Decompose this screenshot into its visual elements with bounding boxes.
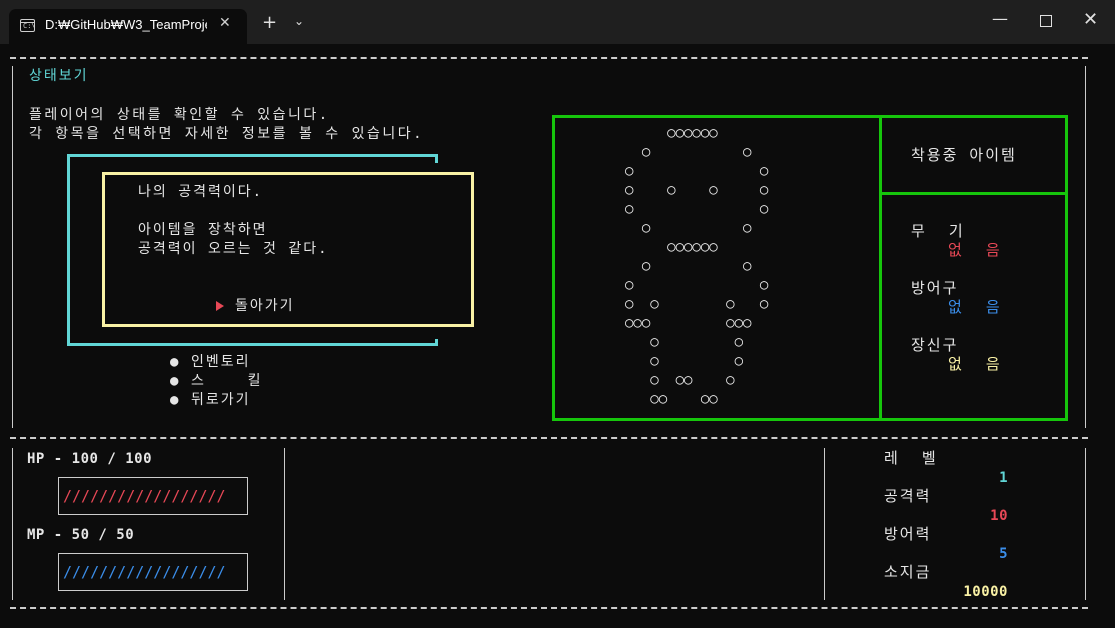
level-value: 1: [999, 470, 1008, 486]
accessory-label: 장신구: [911, 336, 959, 354]
back-button-label: 돌아가기: [235, 298, 295, 314]
bottom-border: [10, 607, 1088, 609]
description-line-1: 플레이어의 상태를 확인할 수 있습니다.: [29, 107, 330, 123]
art-row: ○○○ ○○○: [625, 315, 752, 331]
chevron-down-icon[interactable]: ⌄: [294, 14, 304, 28]
level-label: 레 벨: [884, 449, 938, 467]
attack-value: 10: [990, 508, 1008, 524]
hp-bar-fill: //////////////////: [63, 487, 226, 505]
art-row: ○○○○○○: [625, 239, 718, 255]
art-row: ○○○○○○: [625, 125, 718, 141]
left-border: [12, 66, 13, 428]
gold-label: 소지금: [884, 563, 932, 581]
art-row: ○ ○: [625, 201, 769, 217]
hp-label: HP - 100 / 100: [27, 451, 153, 467]
left-border-lower: [12, 448, 13, 600]
description-line-2: 각 항목을 선택하면 자세한 정보를 볼 수 있습니다.: [29, 126, 425, 142]
art-row: ○ ○: [625, 163, 769, 179]
right-border-lower: [1085, 448, 1086, 600]
hp-bar: //////////////////: [58, 477, 248, 515]
accessory-value: 없 음: [948, 355, 1002, 373]
weapon-value: 없 음: [948, 241, 1002, 259]
popup-line-1: 나의 공격력이다.: [138, 184, 264, 200]
panel-divider-vertical: [879, 118, 882, 418]
right-border: [1085, 66, 1086, 428]
bullet-icon: ●: [170, 373, 179, 389]
art-row: ○ ○: [625, 220, 752, 236]
page-title: 상태보기: [29, 68, 89, 84]
panel-divider-horizontal: [879, 192, 1065, 195]
art-row: ○ ○ ○ ○: [625, 296, 769, 312]
info-popup: 나의 공격력이다. 아이템을 장착하면 공격력이 오르는 것 같다. 돌아가기: [102, 172, 474, 327]
menu-item-label: 뒤로가기: [191, 392, 251, 408]
maximize-button[interactable]: [1040, 15, 1052, 27]
art-row: ○ ○: [625, 334, 744, 350]
equipment-panel: ○○○○○○ ○ ○ ○ ○ ○ ○ ○ ○ ○ ○ ○ ○ ○○○○○○ ○ …: [552, 115, 1068, 421]
close-tab-icon[interactable]: ✕: [219, 15, 231, 31]
attack-label: 공격력: [884, 487, 932, 505]
art-row: ○○ ○○: [625, 391, 718, 407]
back-button[interactable]: 돌아가기: [216, 297, 336, 317]
art-row: ○ ○: [625, 277, 769, 293]
top-border: [10, 57, 1088, 59]
popup-line-2: 아이템을 장착하면: [138, 222, 268, 238]
selector-arrow-icon: [216, 301, 224, 311]
bars-divider: [284, 448, 285, 600]
menu-item-label: 스 킬: [191, 373, 263, 389]
weapon-label: 무 기: [911, 222, 965, 240]
mp-bar-fill: //////////////////: [63, 563, 226, 581]
art-row: ○ ○: [625, 353, 744, 369]
armor-value: 없 음: [948, 298, 1002, 316]
title-bar: C:\ D:₩GitHub₩W3_TeamProject₩ ✕ + ⌄ — ✕: [0, 0, 1115, 44]
middle-border: [10, 437, 1088, 439]
mp-bar: //////////////////: [58, 553, 248, 591]
terminal-icon: C:\: [20, 19, 36, 32]
character-art: ○○○○○○ ○ ○ ○ ○ ○ ○ ○ ○ ○ ○ ○ ○ ○○○○○○ ○ …: [625, 124, 835, 414]
equipped-items-title: 착용중 아이템: [911, 146, 1017, 164]
minimize-button[interactable]: —: [992, 9, 1008, 28]
gold-value: 10000: [963, 584, 1008, 600]
mp-label: MP - 50 / 50: [27, 527, 135, 543]
terminal-tab[interactable]: C:\ D:₩GitHub₩W3_TeamProject₩ ✕: [9, 9, 247, 44]
art-row: ○ ○ ○ ○: [625, 182, 769, 198]
art-row: ○ ○: [625, 258, 752, 274]
bullet-icon: ●: [170, 354, 179, 370]
tab-title: D:₩GitHub₩W3_TeamProject₩: [45, 17, 207, 32]
art-row: ○ ○○ ○: [625, 372, 735, 388]
menu-item-label: 인벤토리: [191, 354, 251, 370]
stats-divider: [824, 448, 825, 600]
new-tab-button[interactable]: +: [262, 12, 277, 33]
defense-value: 5: [999, 546, 1008, 562]
defense-label: 방어력: [884, 525, 932, 543]
armor-label: 방어구: [911, 279, 959, 297]
close-window-button[interactable]: ✕: [1083, 9, 1098, 30]
popup-line-3: 공격력이 오르는 것 같다.: [138, 241, 329, 257]
art-row: ○ ○: [625, 144, 752, 160]
bullet-icon: ●: [170, 392, 179, 408]
